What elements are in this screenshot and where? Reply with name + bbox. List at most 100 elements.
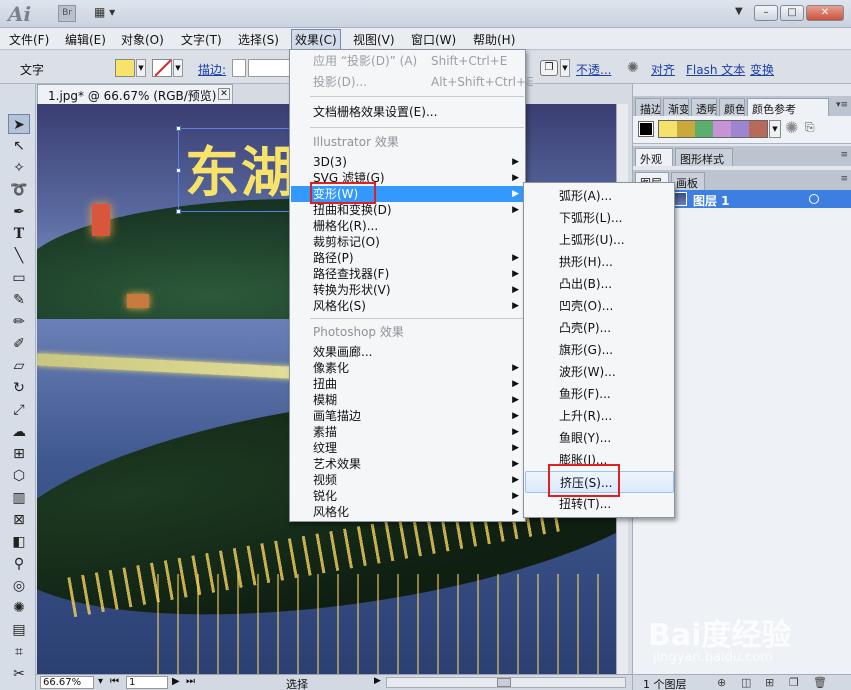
eyedropper-tool-icon[interactable]: ⚲ <box>8 554 30 574</box>
opacity-link[interactable]: 不透... <box>576 61 611 78</box>
menu-item-sketch[interactable]: 素描 ▶ <box>291 424 525 440</box>
harmony-swatch[interactable] <box>695 121 713 137</box>
arrange-documents-button[interactable]: ▦ ▾ <box>94 5 128 22</box>
close-button[interactable]: ✕ <box>806 5 844 21</box>
warp-fisheye[interactable]: 鱼眼(Y)... <box>525 427 674 449</box>
zoom-input[interactable]: 66.67% <box>40 676 94 689</box>
menu-item-last-effect[interactable]: 投影(D)... Alt+Shift+Ctrl+E <box>291 74 534 90</box>
menu-item-stylize-photoshop[interactable]: 风格化 ▶ <box>291 504 525 520</box>
menu-type[interactable]: 文字(T) <box>178 31 225 48</box>
edit-colors-icon[interactable]: ✺ <box>785 118 798 137</box>
menu-item-path[interactable]: 路径(P) ▶ <box>291 250 525 266</box>
warp-fish[interactable]: 鱼形(F)... <box>525 383 674 405</box>
stroke-color-swatch[interactable] <box>152 59 172 77</box>
artboard-tool-icon[interactable]: ⌗ <box>8 642 30 662</box>
slice-tool-icon[interactable]: ✂ <box>8 664 30 684</box>
new-layer-icon[interactable]: ❐ <box>789 676 799 689</box>
menu-item-pixelate[interactable]: 像素化 ▶ <box>291 360 525 376</box>
last-artboard-icon[interactable]: ⏭ <box>186 676 195 687</box>
line-tool-icon[interactable]: ╲ <box>8 246 30 266</box>
warp-flag[interactable]: 旗形(G)... <box>525 339 674 361</box>
direct-selection-tool-icon[interactable]: ↖ <box>8 136 30 156</box>
bridge-button[interactable]: Br <box>58 5 76 22</box>
gradient-tool-icon[interactable]: ◧ <box>8 532 30 552</box>
blend-tool-icon[interactable]: ◎ <box>8 576 30 596</box>
panel-menu-icon[interactable]: ▾≡ <box>836 100 848 110</box>
status-text[interactable]: 选择 <box>286 676 308 690</box>
menu-item-pathfinder[interactable]: 路径查找器(F) ▶ <box>291 266 525 282</box>
stroke-stepper[interactable] <box>232 59 246 77</box>
menu-item-distort[interactable]: 扭曲 ▶ <box>291 376 525 392</box>
shape-builder-tool-icon[interactable]: ⬡ <box>8 466 30 486</box>
warp-arch[interactable]: 拱形(H)... <box>525 251 674 273</box>
stroke-link[interactable]: 描边: <box>198 61 226 78</box>
horizontal-scrollbar[interactable] <box>386 677 626 688</box>
tab-color-guide[interactable]: 颜色参考 <box>747 98 829 116</box>
menu-item-stylize-illustrator[interactable]: 风格化(S) ▶ <box>291 298 525 314</box>
panel-menu-icon[interactable]: ≡ <box>840 174 848 184</box>
minimize-button[interactable]: – <box>754 5 778 21</box>
menu-item-video[interactable]: 视频 ▶ <box>291 472 525 488</box>
warp-shell-upper[interactable]: 凸壳(P)... <box>525 317 674 339</box>
search-dropdown-icon[interactable]: ▼ <box>735 6 743 17</box>
tab-transparency[interactable]: 透明 <box>691 98 717 116</box>
mesh-tool-icon[interactable]: ⊠ <box>8 510 30 530</box>
magic-wand-tool-icon[interactable]: ✧ <box>8 158 30 178</box>
style-dropdown-icon[interactable]: ▼ <box>560 59 570 77</box>
layer-target-icon[interactable] <box>809 194 819 204</box>
menu-item-blur[interactable]: 模糊 ▶ <box>291 392 525 408</box>
harmony-dropdown-icon[interactable]: ▼ <box>769 120 781 138</box>
symbol-sprayer-tool-icon[interactable]: ✺ <box>8 598 30 618</box>
harmony-colors-strip[interactable] <box>658 120 768 138</box>
save-group-icon[interactable]: ⎘ <box>805 120 815 135</box>
selection-handle[interactable] <box>176 126 181 131</box>
selection-handle[interactable] <box>176 168 181 173</box>
restore-button[interactable]: □ <box>780 5 804 21</box>
menu-item-raster-settings[interactable]: 文档栅格效果设置(E)... <box>291 104 525 120</box>
menu-select[interactable]: 选择(S) <box>235 31 282 48</box>
menu-item-texture[interactable]: 纹理 ▶ <box>291 440 525 456</box>
warp-arc[interactable]: 弧形(A)... <box>525 185 674 207</box>
warp-shell-lower[interactable]: 凹壳(O)... <box>525 295 674 317</box>
menu-item-rasterize[interactable]: 栅格化(R)... <box>291 218 525 234</box>
document-close-icon[interactable]: ✕ <box>218 88 230 100</box>
warp-arc-lower[interactable]: 下弧形(L)... <box>525 207 674 229</box>
warp-arc-upper[interactable]: 上弧形(U)... <box>525 229 674 251</box>
harmony-swatch[interactable] <box>731 121 749 137</box>
rotate-tool-icon[interactable]: ↻ <box>8 378 30 398</box>
menu-item-3d[interactable]: 3D(3) ▶ <box>291 154 525 170</box>
transform-link[interactable]: 变换 <box>750 61 774 78</box>
flash-text-link[interactable]: Flash 文本 <box>686 61 745 78</box>
harmony-swatch[interactable] <box>749 121 767 137</box>
lasso-tool-icon[interactable]: ➰ <box>8 180 30 200</box>
clipping-mask-icon[interactable]: ◫ <box>741 676 751 689</box>
menu-item-distort-transform[interactable]: 扭曲和变换(D) ▶ <box>291 202 525 218</box>
menu-item-convert-to-shape[interactable]: 转换为形状(V) ▶ <box>291 282 525 298</box>
stroke-dropdown-icon[interactable]: ▼ <box>173 59 183 77</box>
blob-brush-tool-icon[interactable]: ✐ <box>8 334 30 354</box>
align-link[interactable]: 对齐 <box>651 61 675 78</box>
zoom-dropdown-icon[interactable]: ▾ <box>98 676 103 687</box>
document-tab[interactable]: 1.jpg* @ 66.67% (RGB/预览) ✕ <box>37 84 233 104</box>
horizontal-scroll-thumb[interactable] <box>497 678 511 687</box>
rectangle-tool-icon[interactable]: ▭ <box>8 268 30 288</box>
menu-view[interactable]: 视图(V) <box>350 31 398 48</box>
menu-item-apply-last-effect[interactable]: 应用 “投影(D)” (A) Shift+Ctrl+E <box>291 53 525 69</box>
menu-item-artistic[interactable]: 艺术效果 ▶ <box>291 456 525 472</box>
paintbrush-tool-icon[interactable]: ✎ <box>8 290 30 310</box>
warp-bulge[interactable]: 凸出(B)... <box>525 273 674 295</box>
tab-stroke[interactable]: 描边 <box>635 98 661 116</box>
status-menu-icon[interactable]: ▶ <box>374 676 381 686</box>
column-graph-tool-icon[interactable]: ▤ <box>8 620 30 640</box>
stroke-weight-input[interactable] <box>248 59 290 77</box>
next-artboard-icon[interactable]: ▶ <box>172 676 180 687</box>
type-tool-icon[interactable]: T <box>8 224 30 244</box>
menu-item-brush-strokes[interactable]: 画笔描边 ▶ <box>291 408 525 424</box>
tab-gradient[interactable]: 渐变 <box>663 98 689 116</box>
menu-help[interactable]: 帮助(H) <box>470 31 518 48</box>
selection-handle[interactable] <box>176 209 181 214</box>
tab-appearance[interactable]: 外观 <box>635 148 673 166</box>
tab-color[interactable]: 颜色 <box>719 98 745 116</box>
layer-name[interactable]: 图层 1 <box>693 192 730 209</box>
panel-menu-icon[interactable]: ≡ <box>840 150 848 160</box>
